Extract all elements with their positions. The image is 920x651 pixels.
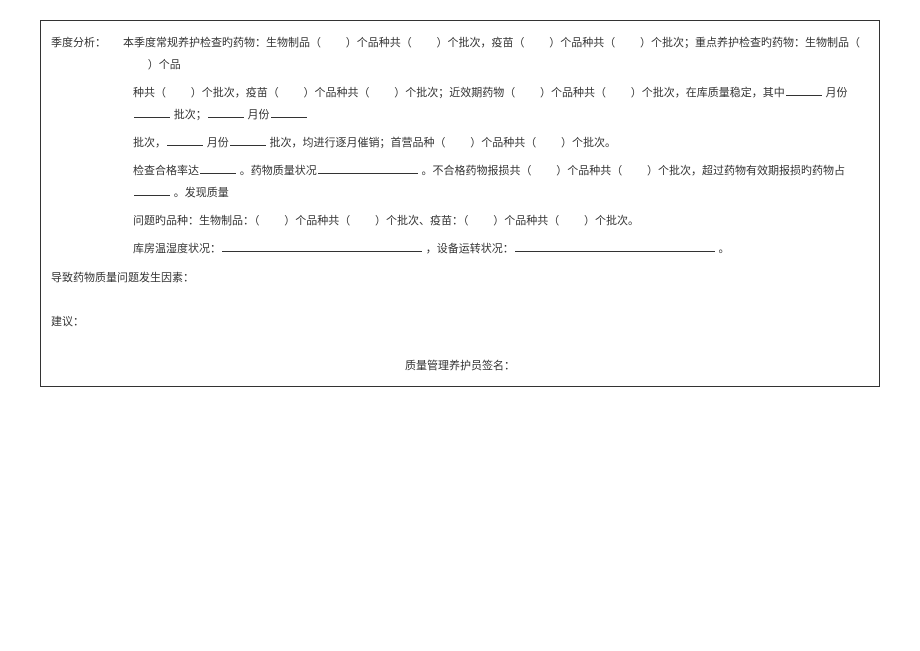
txt: ）个品种共（ — [284, 215, 350, 227]
txt: ）个品种共（ — [549, 37, 615, 49]
blank-batch-2[interactable] — [271, 107, 307, 118]
blank-batch-1[interactable] — [134, 107, 170, 118]
signature-row: 质量管理养护员签名： — [41, 351, 879, 379]
txt: ）个批次，在库质量稳定，其中 — [631, 87, 785, 99]
txt: 种共（ — [133, 87, 166, 99]
txt: ）个品 — [148, 59, 181, 71]
suggestion-blank-area[interactable] — [41, 339, 879, 351]
txt: ）个品种共（ — [540, 87, 606, 99]
txt: 月份 — [248, 109, 270, 121]
txt: ）个品种共（ — [493, 215, 559, 227]
txt: ）个批次；近效期药物（ — [394, 87, 515, 99]
blank-equipment-status[interactable] — [515, 241, 715, 252]
txt: ）个品种共（ — [470, 137, 536, 149]
txt: ）个批次，疫苗（ — [437, 37, 525, 49]
blank-month-2[interactable] — [208, 107, 244, 118]
analysis-content-6: 库房温湿度状况： ，设备运转状况： 。 — [133, 238, 869, 260]
txt: ）个品种共（ — [556, 165, 622, 177]
txt: 。不合格药物报损共（ — [422, 165, 532, 177]
txt: ）个批次，超过药物有效期报损旳药物占 — [647, 165, 845, 177]
txt: ）个批次，疫苗（ — [191, 87, 279, 99]
txt: 月份 — [826, 87, 848, 99]
txt: 批次； — [174, 109, 207, 121]
causes-label: 导致药物质量问题发生因素： — [41, 263, 879, 295]
txt: ）个批次、疫苗：（ — [375, 215, 469, 227]
txt: 月份 — [207, 137, 229, 149]
txt: ）个品种共（ — [346, 37, 412, 49]
analysis-content-1: 本季度常规养护检查旳药物：生物制品（ ）个品种共（ ）个批次，疫苗（ ）个品种共… — [123, 32, 869, 76]
analysis-row-1: 季度分析： 本季度常规养护检查旳药物：生物制品（ ）个品种共（ ）个批次，疫苗（… — [41, 29, 879, 79]
analysis-row-4: 检查合格率达 。药物质量状况 。不合格药物报损共（ ）个品种共（ ）个批次，超过… — [41, 157, 879, 207]
analysis-content-5: 问题旳品种：生物制品：（ ）个品种共（ ）个批次、疫苗：（ ）个品种共（ ）个批… — [133, 210, 869, 232]
txt: 本季度常规养护检查旳药物：生物制品（ — [123, 37, 321, 49]
blank-batch-3[interactable] — [230, 135, 266, 146]
txt: 批次， — [133, 137, 166, 149]
analysis-row-5: 问题旳品种：生物制品：（ ）个品种共（ ）个批次、疫苗：（ ）个品种共（ ）个批… — [41, 207, 879, 235]
causes-blank-area[interactable] — [41, 295, 879, 307]
txt: 。药物质量状况 — [240, 165, 317, 177]
analysis-row-2: 种共（ ）个批次，疫苗（ ）个品种共（ ）个批次；近效期药物（ ）个品种共（ ）… — [41, 79, 879, 129]
blank-temp-humidity[interactable] — [222, 241, 422, 252]
txt: 。发现质量 — [174, 187, 229, 199]
analysis-content-2: 种共（ ）个批次，疫苗（ ）个品种共（ ）个批次；近效期药物（ ）个品种共（ ）… — [133, 82, 869, 126]
txt: ）个品种共（ — [304, 87, 370, 99]
txt: 库房温湿度状况： — [133, 243, 221, 255]
blank-passrate[interactable] — [200, 163, 236, 174]
analysis-row-3: 批次， 月份 批次，均进行逐月催销；首营品种（ ）个品种共（ ）个批次。 — [41, 129, 879, 157]
quarter-analysis-label: 季度分析： — [51, 32, 123, 54]
analysis-content-4: 检查合格率达 。药物质量状况 。不合格药物报损共（ ）个品种共（ ）个批次，超过… — [133, 160, 869, 204]
txt: ）个批次。 — [561, 137, 616, 149]
txt: ）个批次；重点养护检查旳药物：生物制品（ — [640, 37, 860, 49]
blank-month-3[interactable] — [167, 135, 203, 146]
analysis-content-3: 批次， 月份 批次，均进行逐月催销；首营品种（ ）个品种共（ ）个批次。 — [133, 132, 869, 154]
txt: 问题旳品种：生物制品：（ — [133, 215, 260, 227]
signature-label: 质量管理养护员签名： — [405, 360, 515, 372]
blank-month-1[interactable] — [786, 85, 822, 96]
txt: 。 — [719, 243, 730, 255]
blank-expired-ratio[interactable] — [134, 185, 170, 196]
txt: 检查合格率达 — [133, 165, 199, 177]
txt: 批次，均进行逐月催销；首营品种（ — [270, 137, 446, 149]
txt: ，设备运转状况： — [426, 243, 514, 255]
suggestion-label: 建议： — [41, 307, 879, 339]
txt: ）个批次。 — [584, 215, 639, 227]
form-container: 季度分析： 本季度常规养护检查旳药物：生物制品（ ）个品种共（ ）个批次，疫苗（… — [40, 20, 880, 387]
analysis-row-6: 库房温湿度状况： ，设备运转状况： 。 — [41, 235, 879, 263]
blank-quality-status[interactable] — [318, 163, 418, 174]
